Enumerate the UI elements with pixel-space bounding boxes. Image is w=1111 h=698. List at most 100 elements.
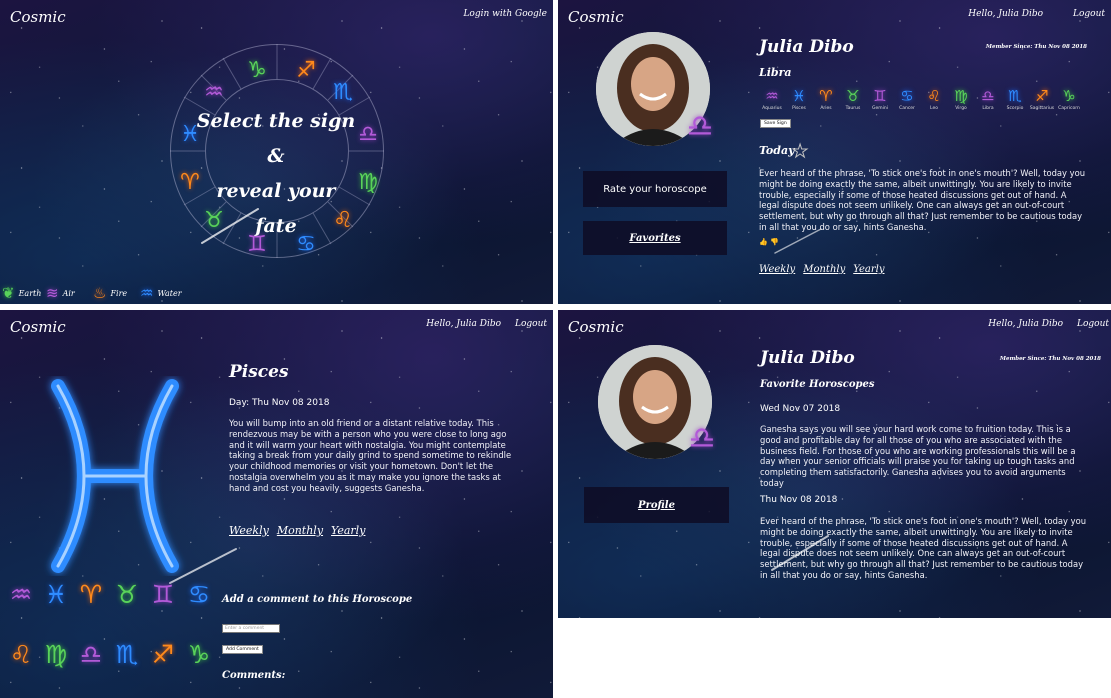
sign-label: Sagittarius [1029,106,1055,111]
sign-option-taurus[interactable]: ♉ Taurus [840,88,866,111]
shooting-star-icon [169,548,237,584]
today-horoscope-text: Ever heard of the phrase, 'To stick one'… [759,168,1086,232]
headline-line-3: reveal your fate [216,180,336,237]
logout-link[interactable]: Logout [515,319,547,329]
capricorn-icon: ♑ [1062,87,1076,105]
shooting-star-icon [771,535,829,571]
save-sign-button[interactable]: Save Sign [760,119,791,128]
period-tabs: Weekly Monthly Yearly [229,524,365,537]
favorite-date-2: Thu Nov 08 2018 [760,495,838,505]
scorpio-sign-icon[interactable]: ♏ [113,642,141,667]
tab-yearly[interactable]: Yearly [853,264,884,275]
sign-label: Cancer [899,106,915,111]
sign-option-cancer[interactable]: ♋ Cancer [894,88,920,111]
app-logo[interactable]: Cosmic [568,318,624,336]
libra-icon: ♎ [981,87,995,105]
member-since: Member Since: Thu Nov 08 2018 [985,44,1087,50]
tab-yearly[interactable]: Yearly [331,524,365,537]
comment-heading: Add a comment to this Horoscope [222,594,413,605]
capricorn-sign-icon[interactable]: ♑ [245,60,269,82]
today-label: Today [759,144,795,157]
favorites-panel: Cosmic Hello, Julia Dibo Logout ♎ Profil… [558,310,1111,618]
sign-label: Gemini [872,106,888,111]
virgo-sign-icon[interactable]: ♍ [42,642,70,667]
aquarius-icon: ♒ [765,87,779,105]
horoscope-day: Day: Thu Nov 08 2018 [229,398,330,408]
period-tabs: Weekly Monthly Yearly [759,264,884,275]
horoscope-text: You will bump into an old friend or a di… [229,418,512,493]
profile-name: Julia Dibo [759,37,854,57]
tab-monthly[interactable]: Monthly [277,524,323,537]
cancer-sign-icon[interactable]: ♋ [185,582,213,607]
legend-air-label: Air [62,288,75,298]
favorite-text-1: Ganesha says you will see your hard work… [760,424,1076,488]
favorite-star-icon[interactable]: ★ [791,141,808,163]
legend-fire: ♨ Fire [93,284,127,302]
user-greeting: Hello, Julia Dibo [426,319,501,329]
sign-option-libra[interactable]: ♎ Libra [975,88,1001,111]
scorpio-icon: ♏ [1008,87,1022,105]
rate-horoscope-button[interactable]: Rate your horoscope [583,171,727,207]
legend-water: ♒ Water [140,284,182,302]
aquarius-sign-icon[interactable]: ♒ [7,582,35,607]
user-greeting: Hello, Julia Dibo [988,319,1063,329]
current-sign: Libra [759,66,792,79]
login-google-link[interactable]: Login with Google [463,9,547,19]
sign-option-aquarius[interactable]: ♒ Aquarius [759,88,785,111]
sagittarius-sign-icon[interactable]: ♐ [294,60,318,82]
app-logo[interactable]: Cosmic [568,8,624,26]
drop-icon: ♒ [140,284,154,302]
capricorn-sign-icon[interactable]: ♑ [185,642,213,667]
app-logo[interactable]: Cosmic [10,318,66,336]
sagittarius-sign-icon[interactable]: ♐ [149,642,177,667]
sign-label: Taurus [845,106,861,111]
sign-option-capricorn[interactable]: ♑ Capricorn [1056,88,1082,111]
leaf-icon: ❦ [2,284,15,302]
taurus-sign-icon[interactable]: ♉ [113,582,141,607]
sign-option-gemini[interactable]: ♊ Gemini [867,88,893,111]
virgo-sign-icon[interactable]: ♍ [356,172,380,194]
headline-line-2: & [267,145,285,167]
sign-label: Leo [930,106,938,111]
member-since: Member Since: Thu Nov 08 2018 [999,356,1101,362]
cancer-icon: ♋ [900,87,914,105]
app-logo[interactable]: Cosmic [10,8,66,26]
gemini-sign-icon[interactable]: ♊ [149,582,177,607]
user-greeting: Hello, Julia Dibo [968,9,1043,19]
sign-label: Aquarius [762,106,782,111]
sign-label: Pisces [792,106,806,111]
sign-option-scorpio[interactable]: ♏ Scorpio [1002,88,1028,111]
legend-earth: ❦ Earth [2,284,41,302]
sign-option-sagittarius[interactable]: ♐ Sagittarius [1029,88,1055,111]
logout-link[interactable]: Logout [1073,9,1105,19]
aquarius-sign-icon[interactable]: ♒ [202,82,226,104]
comment-input[interactable]: Enter a comment [222,624,280,633]
legend-air: ≋ Air [46,284,75,302]
sign-label: Scorpio [1006,106,1024,111]
shooting-star-icon [774,228,822,254]
leo-sign-icon[interactable]: ♌ [7,642,35,667]
aries-sign-icon[interactable]: ♈ [77,582,105,607]
sign-option-leo[interactable]: ♌ Leo [921,88,947,111]
libra-badge-icon: ♎ [688,421,716,456]
scorpio-sign-icon[interactable]: ♏ [331,82,355,104]
libra-sign-icon[interactable]: ♎ [356,124,380,146]
favorites-button[interactable]: Favorites [583,221,727,255]
sign-option-pisces[interactable]: ♓ Pisces [786,88,812,111]
pisces-icon: ♓ [792,87,806,105]
sign-label: Capricorn [1058,106,1080,111]
profile-button[interactable]: Profile [584,487,729,523]
logout-link[interactable]: Logout [1077,319,1109,329]
favorite-date-1: Wed Nov 07 2018 [760,404,841,414]
tab-weekly[interactable]: Weekly [229,524,269,537]
comments-label: Comments: [222,670,286,681]
sign-option-virgo[interactable]: ♍ Virgo [948,88,974,111]
pisces-sign-icon[interactable]: ♓ [42,582,70,607]
libra-sign-icon[interactable]: ♎ [77,642,105,667]
sign-option-aries[interactable]: ♈ Aries [813,88,839,111]
landing-headline: Select the sign & reveal your fate [196,104,356,244]
add-comment-button[interactable]: Add Comment [222,645,263,654]
tab-weekly[interactable]: Weekly [759,264,795,275]
gemini-icon: ♊ [873,87,887,105]
tab-monthly[interactable]: Monthly [803,264,845,275]
